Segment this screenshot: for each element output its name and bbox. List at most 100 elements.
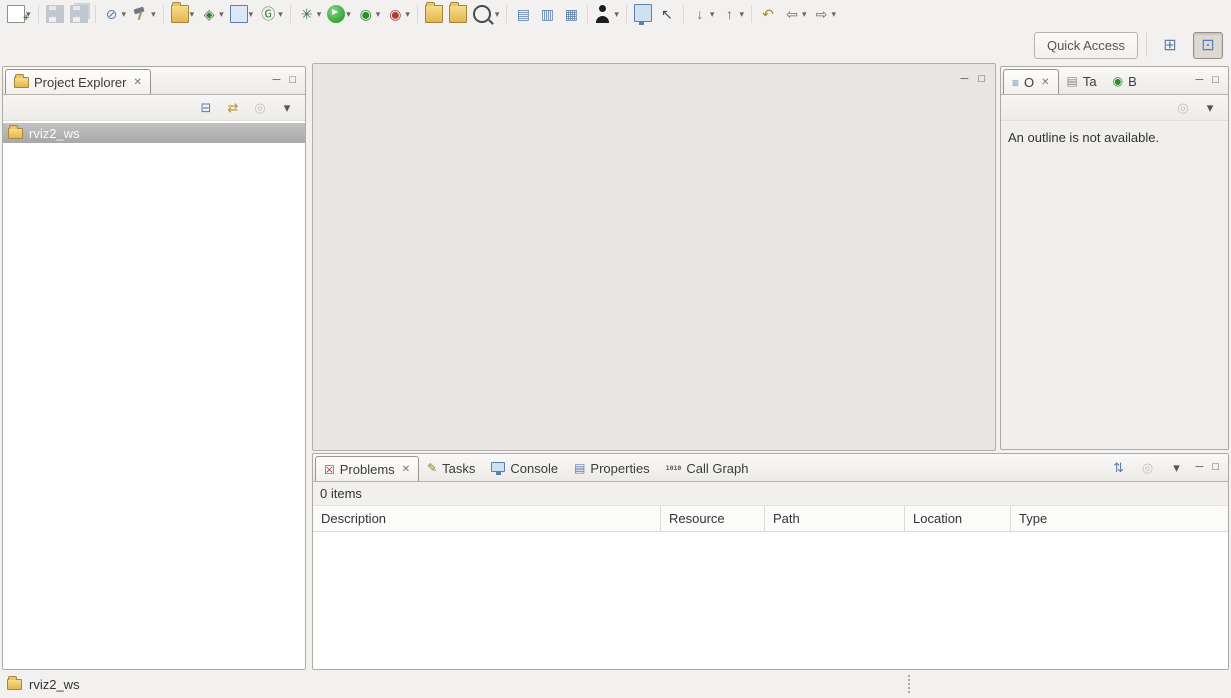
tab-problems[interactable]: ☒ Problems ✕ [315, 456, 419, 481]
dropdown-arrow-icon[interactable]: ▾ [317, 9, 322, 20]
column-path[interactable]: Path [765, 506, 905, 531]
dropdown-arrow-icon[interactable]: ▾ [739, 9, 744, 20]
dropdown-arrow-icon[interactable]: ▾ [614, 9, 619, 20]
dropdown-arrow-icon[interactable]: ▾ [802, 9, 807, 20]
minimize-button[interactable]: ─ [273, 75, 281, 86]
forward-button[interactable]: ⇨ ▾ [810, 2, 840, 26]
profile-button[interactable]: ◉ ▾ [354, 2, 384, 26]
collapse-all-button[interactable]: ⊟ [196, 98, 216, 118]
open-folder-alt-button[interactable] [446, 2, 470, 26]
view-menu-button[interactable]: ▾ [1200, 98, 1220, 118]
dropdown-arrow-icon[interactable]: ▾ [278, 9, 283, 20]
view-menu-button[interactable]: ▾ [1167, 458, 1187, 478]
minimize-button[interactable]: ─ [961, 74, 969, 85]
icon: ▤ [1067, 75, 1078, 87]
column-description[interactable]: Description [313, 506, 661, 531]
filter-button[interactable]: ⇅ [1109, 458, 1129, 478]
tab-task-list[interactable]: ▤ Ta [1059, 68, 1105, 94]
problems-tabs: ☒ Problems ✕ ✎ Tasks Console ▤ Propertie… [313, 454, 1100, 481]
icon: ▤ [574, 462, 585, 474]
toolbar-separator [587, 5, 588, 23]
close-icon[interactable]: ✕ [133, 77, 141, 88]
status-bar: rviz2_ws [0, 670, 1231, 698]
close-icon[interactable]: ✕ [1041, 77, 1049, 88]
tab-outline[interactable]: ≡ O ✕ [1003, 69, 1059, 94]
perspective-icon: ⊡ [1201, 35, 1214, 55]
open-folder-button[interactable] [422, 2, 446, 26]
maximize-button[interactable]: □ [289, 75, 296, 86]
focus-task-button[interactable]: ◎ [250, 98, 270, 118]
tab-tasks[interactable]: ✎ Tasks [419, 455, 483, 481]
user-button[interactable]: ▾ [592, 2, 622, 26]
column-location[interactable]: Location [905, 506, 1011, 531]
focus-task-button[interactable]: ◎ [1138, 458, 1158, 478]
generate-button[interactable]: Ⓖ ▾ [256, 2, 286, 26]
doc-tool-button-2[interactable]: ▥ [535, 2, 559, 26]
dropdown-arrow-icon[interactable]: ▾ [151, 9, 156, 20]
dropdown-arrow-icon[interactable]: ▾ [710, 9, 715, 20]
next-annotation-button[interactable]: ↓ ▾ [688, 2, 718, 26]
doc-tool-button-3[interactable]: ▦ [559, 2, 583, 26]
build-button[interactable]: ▾ [129, 2, 159, 26]
new-c-project-button[interactable]: ▾ [168, 2, 198, 26]
dropdown-arrow-icon[interactable]: ▾ [219, 9, 224, 20]
back-button[interactable]: ⇦ ▾ [780, 2, 810, 26]
tab-call-graph[interactable]: 1010 Call Graph [658, 455, 757, 481]
doc-tool-button-1[interactable]: ▤ [511, 2, 535, 26]
search-button[interactable]: ▾ [470, 2, 503, 26]
minimize-button[interactable]: ─ [1196, 75, 1204, 86]
close-icon[interactable]: ✕ [402, 464, 410, 475]
maximize-button[interactable]: □ [978, 74, 985, 85]
tab-properties[interactable]: ▤ Properties [566, 455, 658, 481]
statusbar-grip[interactable] [908, 675, 910, 693]
tab-label: B [1128, 74, 1137, 89]
toolbar-separator [506, 5, 507, 23]
icon [230, 5, 248, 23]
terminal-button[interactable] [631, 2, 655, 26]
dropdown-arrow-icon[interactable]: ▾ [249, 9, 254, 20]
column-type[interactable]: Type [1011, 506, 1228, 531]
dropdown-arrow-icon[interactable]: ▾ [346, 9, 351, 20]
skip-breakpoints-button[interactable]: ⊘ ▾ [100, 2, 130, 26]
dropdown-arrow-icon[interactable]: ▾ [405, 9, 410, 20]
dropdown-arrow-icon[interactable]: ▾ [190, 9, 195, 20]
toolbar-separator [38, 5, 39, 23]
open-perspective-button[interactable]: ⊞ [1155, 32, 1185, 59]
icon: ◉ [386, 5, 404, 23]
maximize-button[interactable]: □ [1212, 462, 1219, 473]
pointer-button[interactable]: ↖ [655, 2, 679, 26]
new-class-button[interactable]: ◈ ▾ [197, 2, 227, 26]
dropdown-arrow-icon[interactable]: ▾ [495, 9, 500, 20]
dropdown-arrow-icon[interactable]: ▾ [376, 9, 381, 20]
column-resource[interactable]: Resource [661, 506, 765, 531]
link-editor-button[interactable]: ⇄ [223, 98, 243, 118]
save-all-button[interactable] [67, 2, 91, 26]
toolbar-separator [683, 5, 684, 23]
save-button[interactable] [43, 2, 67, 26]
new-wizard-button[interactable]: ▾ [4, 2, 34, 26]
maximize-button[interactable]: □ [1212, 75, 1219, 86]
tree-item-rviz2-ws[interactable]: rviz2_ws [3, 123, 305, 143]
view-menu-button[interactable]: ▾ [277, 98, 297, 118]
tab-project-explorer[interactable]: Project Explorer ✕ [5, 69, 151, 94]
dropdown-arrow-icon[interactable]: ▾ [832, 9, 837, 20]
external-tools-button[interactable]: ◉ ▾ [383, 2, 413, 26]
problems-header: ☒ Problems ✕ ✎ Tasks Console ▤ Propertie… [313, 454, 1228, 482]
toolbar-separator [95, 5, 96, 23]
new-source-file-button[interactable]: ▾ [227, 2, 257, 26]
icon [70, 5, 88, 23]
icon: ✳ [298, 5, 316, 23]
quick-access-button[interactable]: Quick Access [1034, 32, 1138, 59]
dropdown-arrow-icon[interactable]: ▾ [122, 9, 127, 20]
outline-tabs: ≡ O ✕ ▤ Ta ◉ B [1001, 67, 1187, 94]
icon: ☒ [324, 464, 335, 476]
last-edit-location-button[interactable]: ↶ [756, 2, 780, 26]
tab-console[interactable]: Console [483, 455, 566, 481]
focus-task-button[interactable]: ◎ [1173, 98, 1193, 118]
run-button[interactable]: ▾ [324, 2, 354, 26]
tab-build[interactable]: ◉ B [1105, 68, 1145, 94]
cpp-perspective-button[interactable]: ⊡ [1193, 32, 1223, 59]
debug-button[interactable]: ✳ ▾ [295, 2, 325, 26]
minimize-button[interactable]: ─ [1196, 462, 1204, 473]
previous-annotation-button[interactable]: ↑ ▾ [717, 2, 747, 26]
